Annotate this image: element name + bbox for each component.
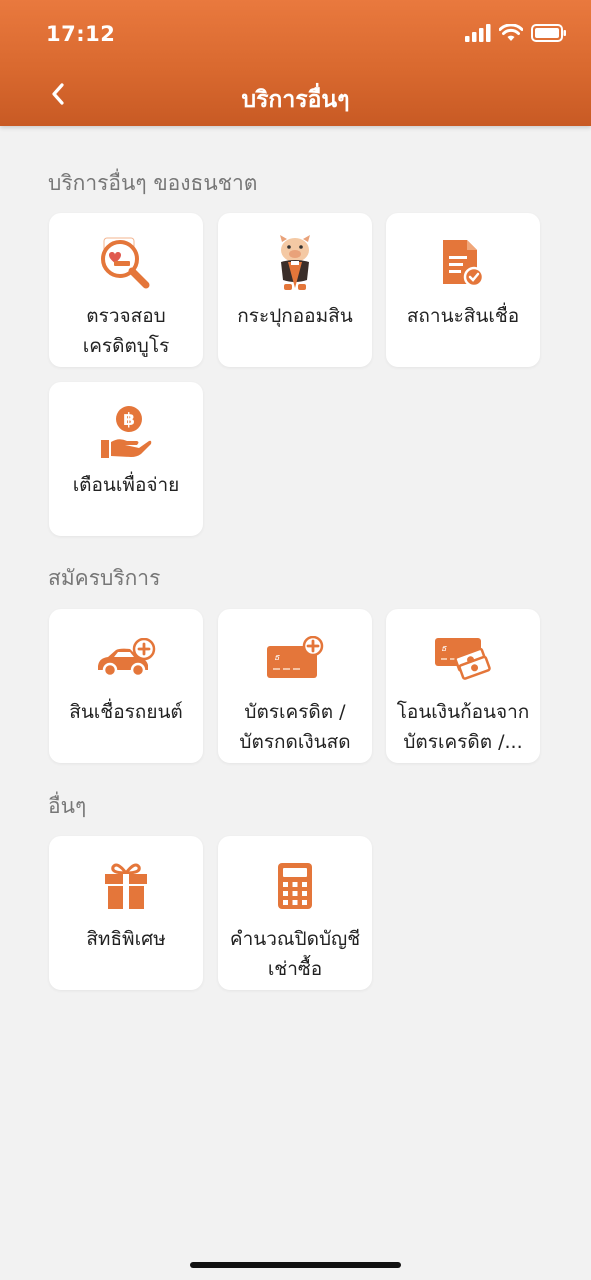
page-title: บริการอื่นๆ: [241, 87, 350, 113]
wifi-icon: [499, 24, 523, 41]
battery-icon: [531, 24, 566, 42]
card-label: เตือนเพื่อจ่าย: [72, 474, 180, 496]
card-label: กระปุกออมสิน: [237, 305, 353, 327]
car-loan-button[interactable]: สินเชื่อรถยนต์: [49, 609, 203, 763]
credit-card-apply-button[interactable]: ธ บัตรเครดิต / บัตรกดเงินสด: [218, 609, 372, 763]
app-header: 17:12 บริการอื่นๆ: [0, 0, 591, 126]
section-title-others: อื่นๆ: [48, 794, 87, 818]
section-title-thanachart-services: บริการอื่นๆ ของธนชาต: [48, 171, 258, 195]
payment-reminder-icon: ฿: [49, 404, 203, 460]
status-time: 17:12: [46, 22, 116, 46]
credit-card-add-icon: ธ: [218, 631, 372, 687]
section-title-apply-services: สมัครบริการ: [48, 566, 161, 590]
signal-icon: [465, 24, 491, 42]
home-indicator[interactable]: [190, 1262, 401, 1268]
credit-bureau-check-button[interactable]: ตรวจสอบ เครดิตบูโร: [49, 213, 203, 367]
card-label: บัตรเครดิต / บัตรกดเงินสด: [239, 701, 351, 753]
credit-bureau-magnifier-icon: [49, 235, 203, 291]
loan-status-button[interactable]: สถานะสินเชื่อ: [386, 213, 540, 367]
piggy-bank-icon: [218, 235, 372, 291]
calculator-icon: [218, 858, 372, 914]
piggy-bank-button[interactable]: กระปุกออมสิน: [218, 213, 372, 367]
loan-status-document-icon: [386, 235, 540, 291]
gift-icon: [49, 858, 203, 914]
card-label: สถานะสินเชื่อ: [406, 305, 520, 327]
svg-text:ธ: ธ: [274, 653, 280, 663]
hire-purchase-calculator-button[interactable]: คำนวณปิดบัญชี เช่าซื้อ: [218, 836, 372, 990]
privileges-button[interactable]: สิทธิพิเศษ: [49, 836, 203, 990]
card-label: โอนเงินก้อนจาก บัตรเครดิต /...: [396, 701, 530, 753]
card-label: ตรวจสอบ เครดิตบูโร: [82, 305, 170, 357]
svg-text:฿: ฿: [123, 410, 135, 430]
status-icons: [465, 24, 567, 42]
car-loan-icon: [49, 631, 203, 687]
card-label: สิทธิพิเศษ: [86, 928, 166, 950]
card-cash-transfer-button[interactable]: ธ โอนเงินก้อนจาก บัตรเครดิต /...: [386, 609, 540, 763]
card-cash-transfer-icon: ธ: [386, 631, 540, 687]
payment-reminder-button[interactable]: ฿ เตือนเพื่อจ่าย: [49, 382, 203, 536]
svg-text:ธ: ธ: [441, 644, 447, 654]
card-label: คำนวณปิดบัญชี เช่าซื้อ: [229, 928, 361, 980]
card-label: สินเชื่อรถยนต์: [69, 701, 183, 723]
